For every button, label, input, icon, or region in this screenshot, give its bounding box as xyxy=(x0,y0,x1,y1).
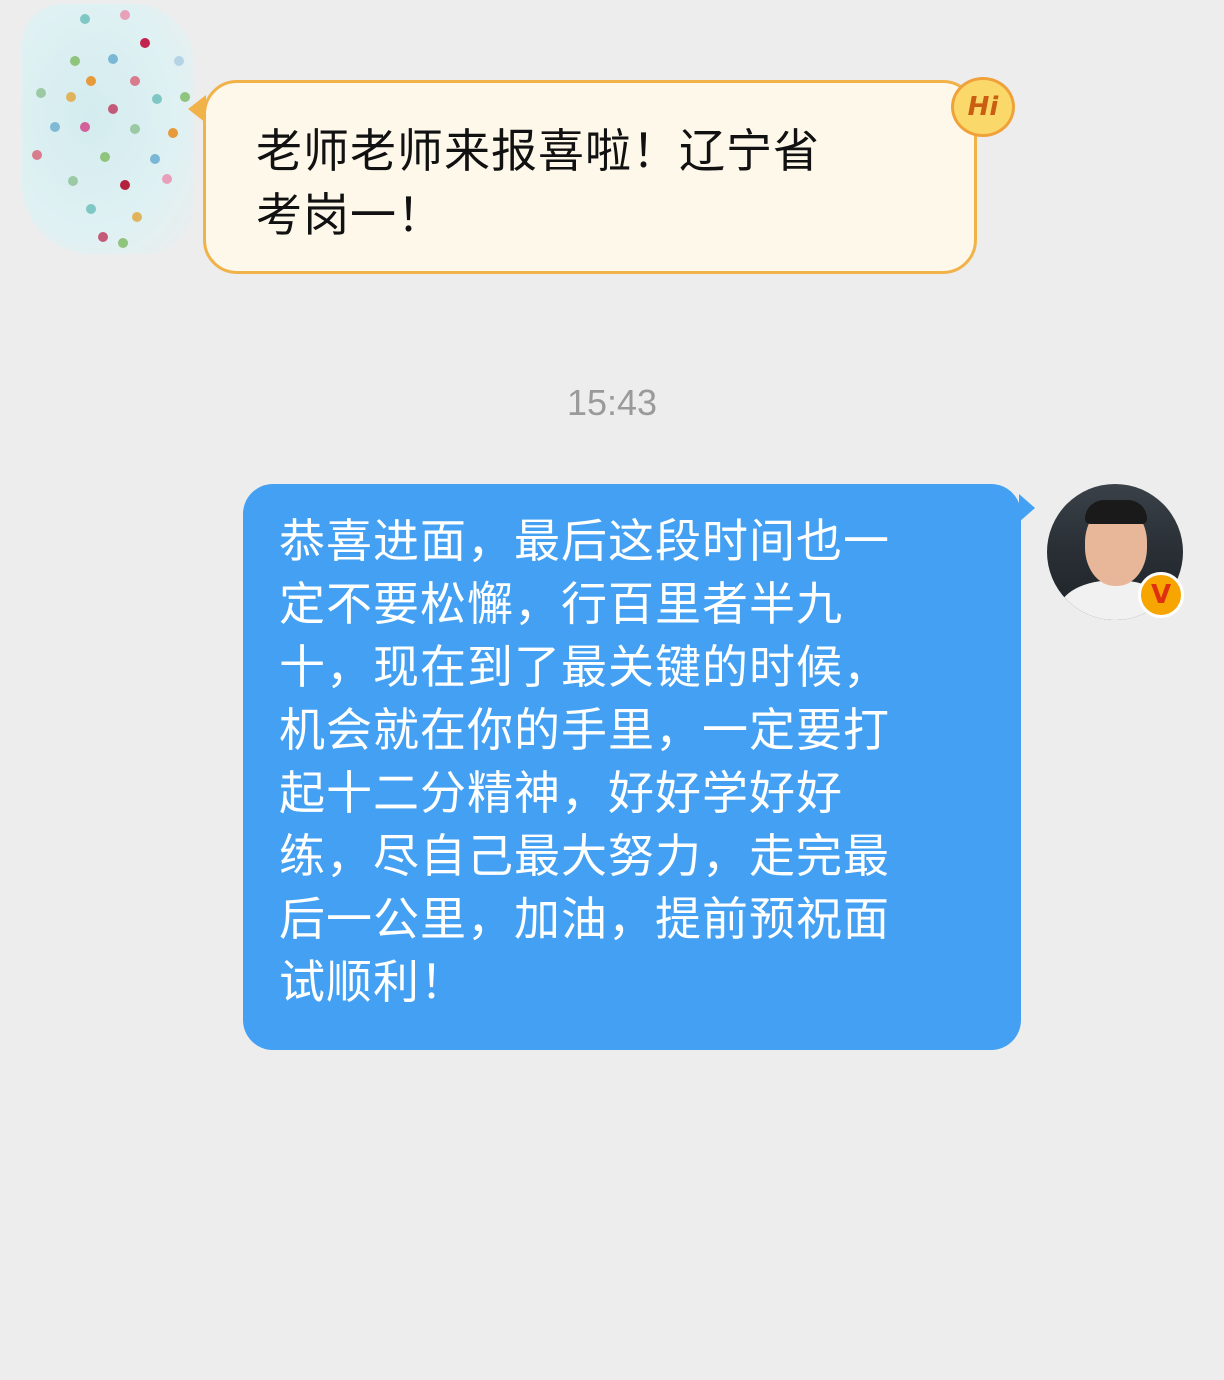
incoming-message-line: 考岗一！ xyxy=(256,188,444,242)
avatar-dot xyxy=(108,104,118,114)
avatar-dot xyxy=(100,152,110,162)
hi-badge-icon: Hi xyxy=(951,77,1015,137)
outgoing-message-line: 后一公里，加油，提前预祝面 xyxy=(279,892,890,946)
avatar-dot xyxy=(140,38,150,48)
outgoing-message-line: 起十二分精神，好好学好好 xyxy=(279,766,843,820)
avatar-dot xyxy=(98,232,108,242)
outgoing-message-line: 定不要松懈，行百里者半九 xyxy=(279,577,843,631)
avatar-dot xyxy=(132,212,142,222)
avatar-dot xyxy=(118,238,128,248)
avatar-dot xyxy=(162,174,172,184)
avatar-dot xyxy=(152,94,162,104)
avatar-dot xyxy=(130,76,140,86)
avatar-dot xyxy=(32,150,42,160)
incoming-message-bubble[interactable]: 老师老师来报喜啦！辽宁省 考岗一！ xyxy=(188,80,977,274)
outgoing-message-line: 试顺利！ xyxy=(279,955,467,1009)
sender-avatar[interactable] xyxy=(22,4,194,254)
avatar-dot xyxy=(108,54,118,64)
incoming-message-line: 老师老师来报喜啦！辽宁省 xyxy=(256,124,820,178)
avatar-dot xyxy=(130,124,140,134)
outgoing-message-line: 练，尽自己最大努力，走完最 xyxy=(279,829,890,883)
outgoing-message-line: 十，现在到了最关键的时候， xyxy=(279,640,890,694)
avatar-dot xyxy=(68,176,78,186)
message-timestamp: 15:43 xyxy=(566,382,658,423)
avatar-dot xyxy=(86,76,96,86)
avatar-dot xyxy=(86,204,96,214)
avatar-dot xyxy=(70,56,80,66)
avatar-dot xyxy=(120,180,130,190)
avatar-dot xyxy=(66,92,76,102)
verified-v-icon: V xyxy=(1138,572,1184,618)
outgoing-message-line: 恭喜进面，最后这段时间也一 xyxy=(279,514,890,568)
avatar-dot xyxy=(174,56,184,66)
outgoing-message-bubble[interactable]: 恭喜进面，最后这段时间也一 定不要松懈，行百里者半九 十，现在到了最关键的时候，… xyxy=(243,484,1035,1050)
avatar-dot xyxy=(168,128,178,138)
avatar-hair xyxy=(1085,500,1147,524)
avatar-dot xyxy=(80,14,90,24)
avatar-dot xyxy=(36,88,46,98)
avatar-dot xyxy=(80,122,90,132)
avatar-dot xyxy=(50,122,60,132)
outgoing-message-line: 机会就在你的手里，一定要打 xyxy=(279,703,890,757)
avatar-dot xyxy=(150,154,160,164)
avatar-dot xyxy=(120,10,130,20)
